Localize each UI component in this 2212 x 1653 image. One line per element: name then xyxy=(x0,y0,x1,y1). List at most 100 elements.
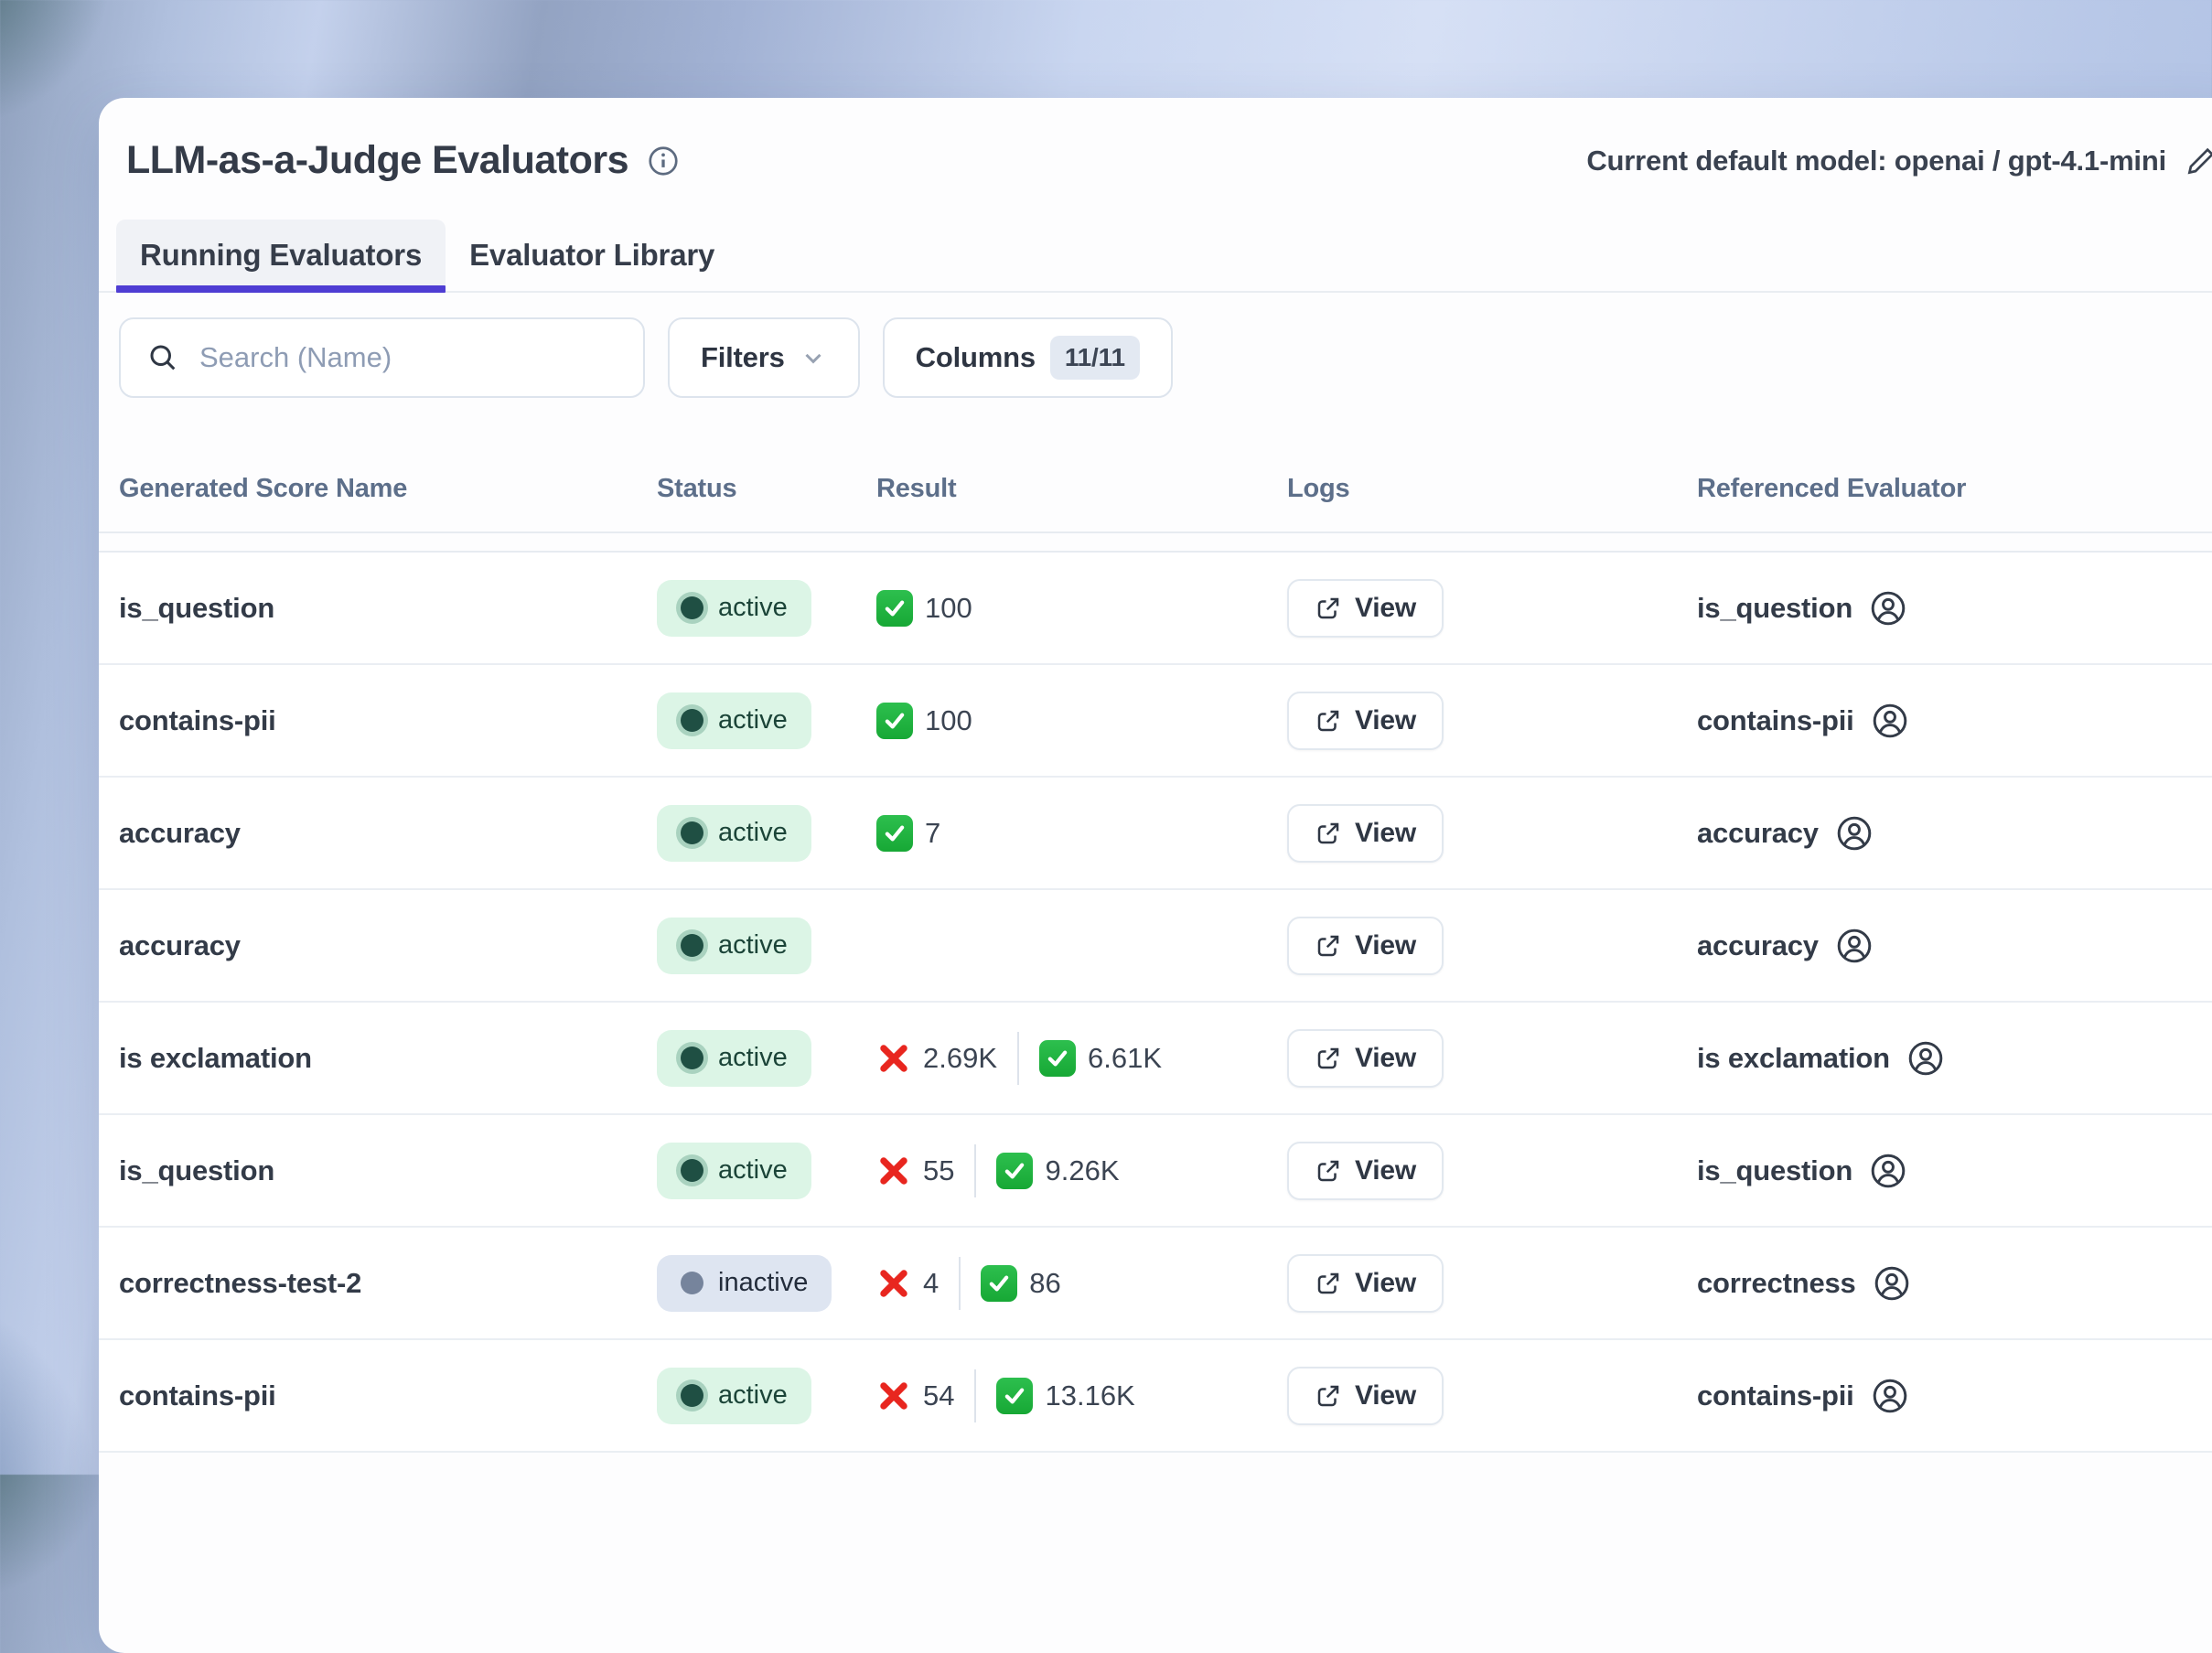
view-label: View xyxy=(1355,1043,1416,1074)
pass-count: 7 xyxy=(925,817,940,850)
referenced-evaluator-cell: accuracy xyxy=(1697,814,2212,853)
view-label: View xyxy=(1355,930,1416,961)
view-logs-button[interactable]: View xyxy=(1287,692,1444,750)
result-divider xyxy=(974,1369,976,1422)
pass-count: 6.61K xyxy=(1088,1042,1162,1075)
generated-score-name: correctness-test-2 xyxy=(119,1267,657,1300)
status-badge: active xyxy=(657,580,811,637)
status-dot-icon xyxy=(681,1272,703,1294)
tab-evaluator-library[interactable]: Evaluator Library xyxy=(446,220,738,291)
pass-chip: 100 xyxy=(876,590,972,627)
search-icon xyxy=(146,341,179,374)
status-dot-icon xyxy=(681,1047,703,1069)
status-label: active xyxy=(718,1155,788,1186)
table-row: contains-pii active 100 xyxy=(99,665,2212,778)
view-logs-button[interactable]: View xyxy=(1287,1142,1444,1200)
columns-label: Columns xyxy=(916,341,1036,374)
panel-header: LLM-as-a-Judge Evaluators Current defaul… xyxy=(99,98,2212,183)
status-badge: inactive xyxy=(657,1255,832,1312)
fail-count: 2.69K xyxy=(923,1042,997,1075)
result-cell: 4 86 xyxy=(876,1257,1287,1310)
status-badge: active xyxy=(657,1368,811,1424)
view-label: View xyxy=(1355,1155,1416,1186)
fail-cross-icon xyxy=(876,1379,911,1413)
column-header-referenced-evaluator: Referenced Evaluator xyxy=(1697,474,2212,504)
result-cell: 100 xyxy=(876,703,1287,739)
status-badge: active xyxy=(657,1143,811,1199)
status-label: inactive xyxy=(718,1268,808,1298)
referenced-evaluator-name: is_question xyxy=(1697,1154,1852,1187)
evaluators-panel: LLM-as-a-Judge Evaluators Current defaul… xyxy=(99,98,2212,1653)
view-label: View xyxy=(1355,1268,1416,1299)
view-label: View xyxy=(1355,818,1416,849)
result-cell: 54 13.16K xyxy=(876,1369,1287,1422)
pass-check-icon xyxy=(876,590,913,627)
result-divider xyxy=(959,1257,961,1310)
status-badge: active xyxy=(657,918,811,974)
info-icon[interactable] xyxy=(647,145,680,177)
search-box xyxy=(119,317,645,398)
columns-button[interactable]: Columns 11/11 xyxy=(883,317,1173,398)
search-input[interactable] xyxy=(199,341,617,374)
user-circle-icon xyxy=(1835,814,1874,853)
table-header: Generated Score Name Status Result Logs … xyxy=(99,398,2212,533)
generated-score-name: contains-pii xyxy=(119,704,657,737)
external-link-icon xyxy=(1315,1045,1342,1072)
user-circle-icon xyxy=(1869,589,1907,628)
status-badge: active xyxy=(657,692,811,749)
result-cell: 55 9.26K xyxy=(876,1144,1287,1197)
user-circle-icon xyxy=(1835,927,1874,965)
referenced-evaluator-cell: contains-pii xyxy=(1697,1377,2212,1415)
view-logs-button[interactable]: View xyxy=(1287,917,1444,975)
fail-cross-icon xyxy=(876,1154,911,1188)
table-row: accuracy active View xyxy=(99,890,2212,1003)
result-divider xyxy=(1017,1032,1019,1085)
pass-check-icon xyxy=(981,1265,1017,1302)
tab-running-evaluators[interactable]: Running Evaluators xyxy=(116,220,446,291)
fail-count: 55 xyxy=(923,1154,954,1187)
table-row: correctness-test-2 inactive 4 xyxy=(99,1228,2212,1340)
external-link-icon xyxy=(1315,1382,1342,1410)
referenced-evaluator-name: contains-pii xyxy=(1697,704,1854,737)
table-toolbar: Filters Columns 11/11 xyxy=(119,317,2212,398)
result-cell: 7 xyxy=(876,815,1287,852)
pass-count: 100 xyxy=(925,704,972,737)
columns-count-badge: 11/11 xyxy=(1050,336,1140,380)
pass-count: 86 xyxy=(1029,1267,1060,1300)
tab-label: Running Evaluators xyxy=(140,238,422,273)
generated-score-name: is_question xyxy=(119,592,657,625)
table-row: contains-pii active 54 xyxy=(99,1340,2212,1453)
column-header-logs: Logs xyxy=(1287,474,1697,504)
fail-chip: 2.69K xyxy=(876,1041,997,1076)
view-logs-button[interactable]: View xyxy=(1287,1254,1444,1313)
view-logs-button[interactable]: View xyxy=(1287,1367,1444,1425)
referenced-evaluator-name: is exclamation xyxy=(1697,1042,1890,1075)
column-header-result: Result xyxy=(876,474,1287,504)
pass-check-icon xyxy=(876,703,913,739)
page-title: LLM-as-a-Judge Evaluators xyxy=(126,138,628,183)
user-circle-icon xyxy=(1869,1152,1907,1190)
view-logs-button[interactable]: View xyxy=(1287,1029,1444,1088)
status-label: active xyxy=(718,593,788,623)
view-logs-button[interactable]: View xyxy=(1287,579,1444,638)
fail-count: 4 xyxy=(923,1267,939,1300)
pass-chip: 100 xyxy=(876,703,972,739)
status-label: active xyxy=(718,930,788,961)
status-label: active xyxy=(718,1043,788,1073)
view-logs-button[interactable]: View xyxy=(1287,804,1444,863)
generated-score-name: accuracy xyxy=(119,817,657,850)
user-circle-icon xyxy=(1871,1377,1909,1415)
default-model-label: Current default model: openai / gpt-4.1-… xyxy=(1586,145,2166,177)
tab-bar: Running Evaluators Evaluator Library xyxy=(99,220,2212,293)
pass-count: 100 xyxy=(925,592,972,625)
filters-button[interactable]: Filters xyxy=(668,317,860,398)
fail-chip: 55 xyxy=(876,1154,954,1188)
referenced-evaluator-name: correctness xyxy=(1697,1267,1856,1300)
user-circle-icon xyxy=(1871,702,1909,740)
pass-check-icon xyxy=(876,815,913,852)
fail-chip: 54 xyxy=(876,1379,954,1413)
chevron-down-icon xyxy=(800,344,827,371)
edit-pencil-icon[interactable] xyxy=(2185,145,2212,177)
status-dot-icon xyxy=(681,596,703,619)
status-dot-icon xyxy=(681,934,703,957)
